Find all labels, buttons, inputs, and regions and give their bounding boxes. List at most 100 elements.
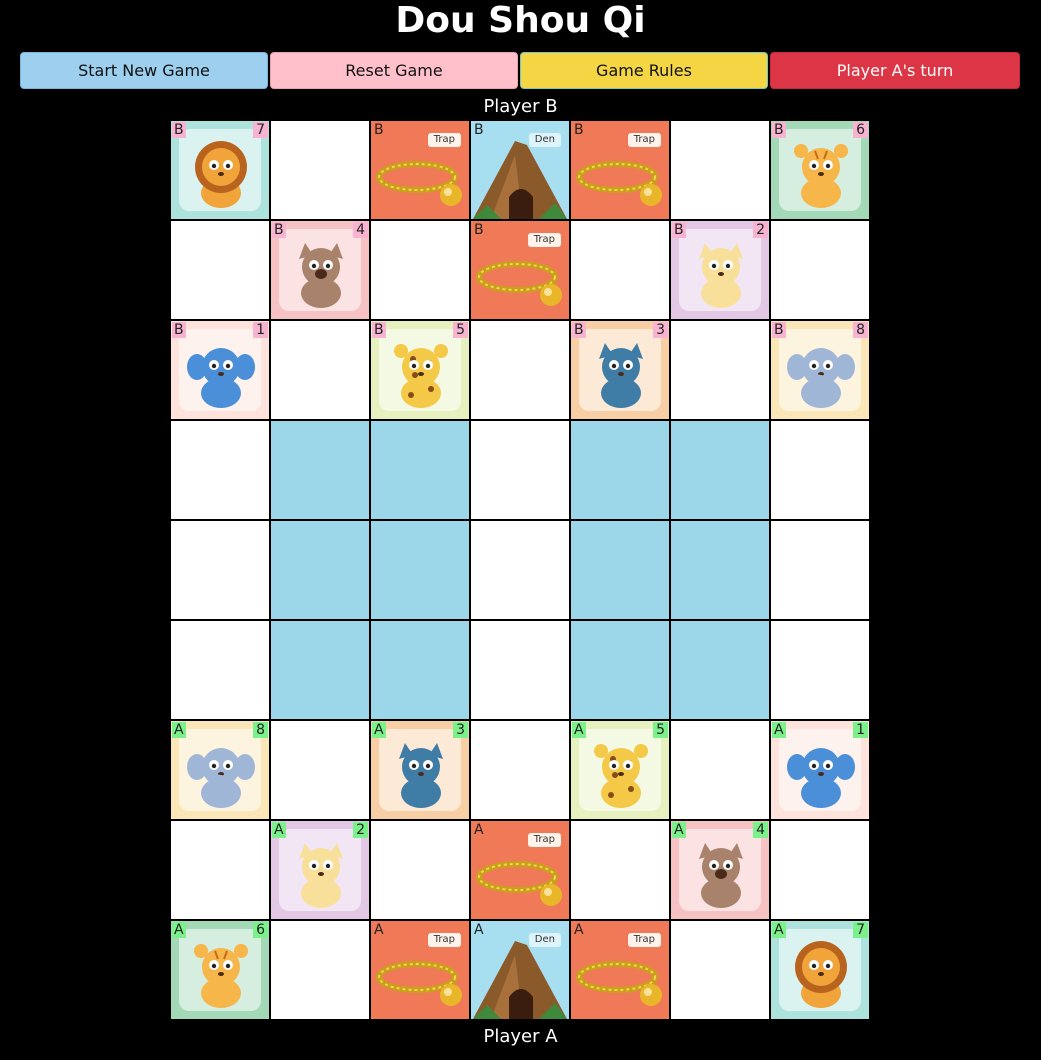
rank-badge: 3 — [653, 322, 668, 338]
land-cell[interactable] — [671, 921, 771, 1021]
trap-cell-b[interactable]: B Trap — [471, 221, 571, 321]
land-cell[interactable] — [271, 721, 371, 821]
rank-badge: 6 — [853, 122, 868, 138]
owner-badge: B — [772, 122, 786, 138]
land-cell[interactable] — [471, 521, 571, 621]
land-cell[interactable] — [471, 621, 571, 721]
leopard-icon — [594, 744, 648, 808]
land-cell[interactable] — [671, 121, 771, 221]
owner-badge: A — [374, 922, 384, 938]
piece-lion-a[interactable]: A7 — [771, 921, 871, 1021]
player-a-label: Player A — [483, 1026, 558, 1047]
lion-icon — [195, 141, 247, 208]
trap-label: Trap — [427, 933, 461, 947]
start-new-game-button[interactable]: Start New Game — [20, 52, 268, 89]
wolf-icon — [599, 343, 643, 408]
trap-label: Trap — [427, 133, 461, 147]
trap-collar-icon — [476, 261, 562, 306]
owner-badge: A — [672, 822, 686, 838]
rat-icon — [787, 748, 855, 808]
water-cell[interactable] — [371, 621, 471, 721]
piece-lion-b[interactable]: B7 — [171, 121, 271, 221]
owner-badge: A — [172, 922, 186, 938]
piece-elephant-b[interactable]: B8 — [771, 321, 871, 421]
land-cell[interactable] — [571, 221, 671, 321]
piece-elephant-a[interactable]: A8 — [171, 721, 271, 821]
land-cell[interactable] — [771, 421, 871, 521]
water-cell[interactable] — [671, 621, 771, 721]
land-cell[interactable] — [171, 521, 271, 621]
tiger-icon — [194, 944, 248, 1008]
water-cell[interactable] — [271, 521, 371, 621]
trap-cell-a[interactable]: A Trap — [571, 921, 671, 1021]
game-rules-button[interactable]: Game Rules — [520, 52, 768, 89]
piece-cat-b[interactable]: B2 — [671, 221, 771, 321]
owner-badge: B — [574, 122, 584, 138]
reset-game-button[interactable]: Reset Game — [270, 52, 518, 89]
land-cell[interactable] — [771, 621, 871, 721]
land-cell[interactable] — [571, 821, 671, 921]
piece-rat-a[interactable]: A1 — [771, 721, 871, 821]
land-cell[interactable] — [771, 221, 871, 321]
owner-badge: A — [372, 722, 386, 738]
owner-badge: A — [474, 922, 484, 938]
land-cell[interactable] — [471, 321, 571, 421]
land-cell[interactable] — [671, 721, 771, 821]
trap-cell-b[interactable]: B Trap — [371, 121, 471, 221]
trap-cell-a[interactable]: A Trap — [371, 921, 471, 1021]
wolf-icon — [399, 743, 443, 808]
owner-badge: A — [572, 722, 586, 738]
water-cell[interactable] — [271, 421, 371, 521]
rank-badge: 4 — [753, 822, 768, 838]
water-cell[interactable] — [671, 521, 771, 621]
piece-tiger-b[interactable]: B6 — [771, 121, 871, 221]
rank-badge: 1 — [253, 322, 268, 338]
land-cell[interactable] — [171, 221, 271, 321]
water-cell[interactable] — [271, 621, 371, 721]
owner-badge: A — [272, 822, 286, 838]
land-cell[interactable] — [471, 421, 571, 521]
elephant-icon — [787, 348, 855, 408]
water-cell[interactable] — [571, 421, 671, 521]
elephant-icon — [187, 748, 255, 808]
owner-badge: B — [474, 222, 484, 238]
land-cell[interactable] — [371, 221, 471, 321]
water-cell[interactable] — [371, 521, 471, 621]
den-cell-b[interactable]: B Den — [471, 121, 571, 221]
piece-dog-a[interactable]: A4 — [671, 821, 771, 921]
land-cell[interactable] — [671, 321, 771, 421]
water-cell[interactable] — [571, 521, 671, 621]
piece-wolf-b[interactable]: B3 — [571, 321, 671, 421]
trap-cell-b[interactable]: B Trap — [571, 121, 671, 221]
piece-tiger-a[interactable]: A6 — [171, 921, 271, 1021]
piece-wolf-a[interactable]: A3 — [371, 721, 471, 821]
land-cell[interactable] — [271, 121, 371, 221]
trap-label: Trap — [627, 933, 661, 947]
land-cell[interactable] — [471, 721, 571, 821]
piece-cat-a[interactable]: A2 — [271, 821, 371, 921]
turn-indicator-button[interactable]: Player A's turn — [770, 52, 1020, 89]
rank-badge: 6 — [253, 922, 268, 938]
land-cell[interactable] — [171, 821, 271, 921]
cat-icon — [299, 843, 343, 908]
piece-leopard-a[interactable]: A5 — [571, 721, 671, 821]
water-cell[interactable] — [671, 421, 771, 521]
land-cell[interactable] — [171, 621, 271, 721]
land-cell[interactable] — [771, 521, 871, 621]
owner-badge: A — [772, 722, 786, 738]
water-cell[interactable] — [571, 621, 671, 721]
trap-cell-a[interactable]: A Trap — [471, 821, 571, 921]
land-cell[interactable] — [171, 421, 271, 521]
piece-dog-b[interactable]: B4 — [271, 221, 371, 321]
land-cell[interactable] — [271, 321, 371, 421]
owner-badge: A — [172, 722, 186, 738]
land-cell[interactable] — [771, 821, 871, 921]
den-cell-a[interactable]: A Den — [471, 921, 571, 1021]
piece-rat-b[interactable]: B1 — [171, 321, 271, 421]
land-cell[interactable] — [371, 821, 471, 921]
water-cell[interactable] — [371, 421, 471, 521]
rank-badge: 4 — [353, 222, 368, 238]
lion-icon — [795, 941, 847, 1008]
piece-leopard-b[interactable]: B5 — [371, 321, 471, 421]
land-cell[interactable] — [271, 921, 371, 1021]
